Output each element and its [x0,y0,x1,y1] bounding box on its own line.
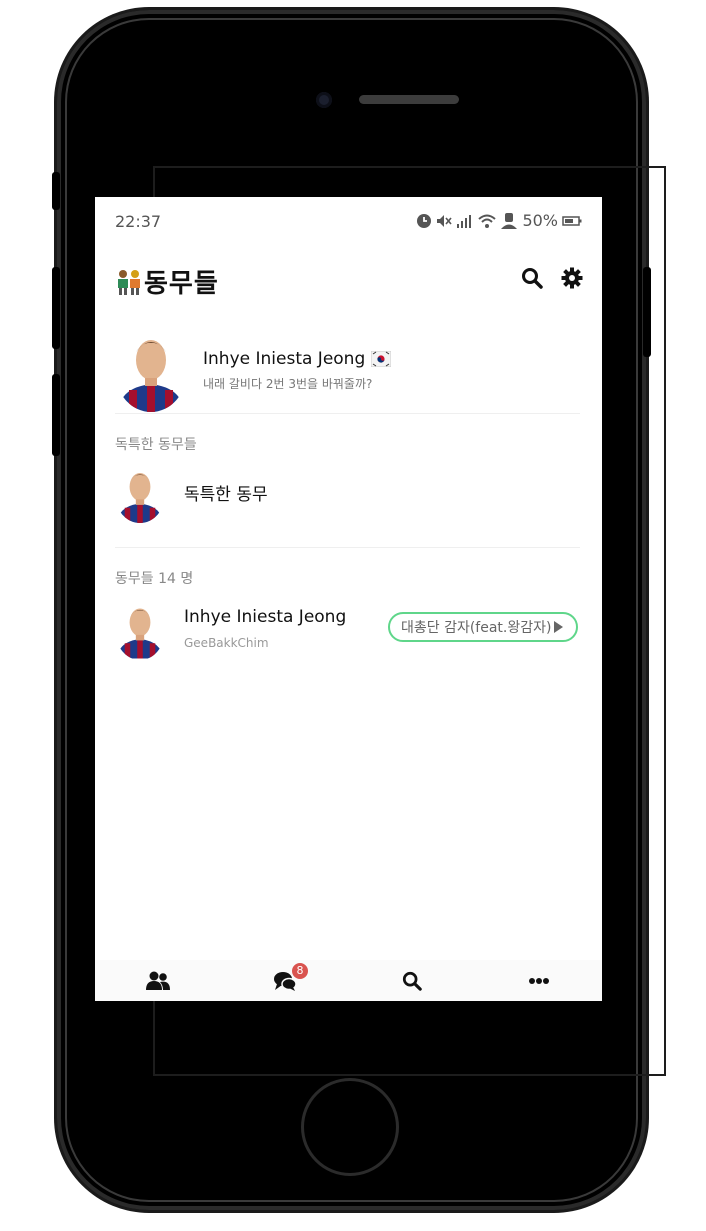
section-special-friends: 독특한 동무들 [115,437,197,453]
more-dots-icon [529,977,549,984]
music-pill-button[interactable]: 대총단 감자(feat.왕감자) [388,612,578,642]
my-name-row[interactable]: Inhye Iniesta Jeong [203,349,392,369]
friend-status-message: GeeBakkChim [184,636,269,650]
avatar-photo [115,330,187,412]
user-status-icon [501,212,518,229]
bottom-tab-bar: 8 [95,960,602,1001]
title-group: 동무들 [116,263,219,300]
search-icon[interactable] [521,267,543,289]
friend-name[interactable]: Inhye Iniesta Jeong [184,607,346,627]
volume-down-button[interactable] [52,374,60,456]
signal-icon [457,214,472,228]
divider [115,413,580,414]
my-status-message: 내래 갈비다 2번 3번을 바꿔줄까? [203,377,373,391]
power-button[interactable] [643,267,651,357]
friend-avatar[interactable] [115,600,165,660]
battery-percent: 50% [522,211,558,230]
gear-icon[interactable] [561,267,583,289]
alarm-icon [417,213,432,228]
tab-friends[interactable] [95,960,221,1001]
status-icons: 50% [416,211,582,230]
tab-chats[interactable]: 8 [222,960,348,1001]
special-friend-name[interactable]: 독특한 동무 [184,480,268,505]
status-time: 22:37 [115,212,162,231]
mute-icon [437,214,453,227]
friends-icon [146,971,170,990]
tab-search[interactable] [349,960,475,1001]
people-emoji-icon [118,269,140,295]
app-screen: 22:37 50% 동무들 Inhye Iniesta Jeong 내래 갈비다… [95,197,602,1001]
earpiece-speaker [359,95,459,104]
front-camera [316,92,332,108]
divider [115,547,580,548]
korea-flag-icon [371,351,392,367]
section-friends-count: 동무들 14 명 [115,571,194,587]
special-friend-avatar[interactable] [115,466,165,523]
home-button[interactable] [304,1081,396,1173]
chat-unread-badge: 8 [292,963,308,979]
battery-icon [562,215,582,226]
mute-switch[interactable] [52,172,60,210]
status-bar: 22:37 50% [95,197,602,245]
avatar-photo [115,466,165,523]
my-avatar[interactable] [115,330,187,412]
search-icon [402,971,422,991]
app-header: 동무들 [95,247,602,307]
play-icon [554,621,564,633]
wifi-icon [478,214,497,228]
tab-more[interactable] [476,960,602,1001]
my-name: Inhye Iniesta Jeong [203,349,366,369]
volume-up-button[interactable] [52,267,60,349]
page-title: 동무들 [144,269,219,299]
avatar-photo [115,601,165,659]
music-title: 대총단 감자(feat.왕감자) [401,620,552,636]
